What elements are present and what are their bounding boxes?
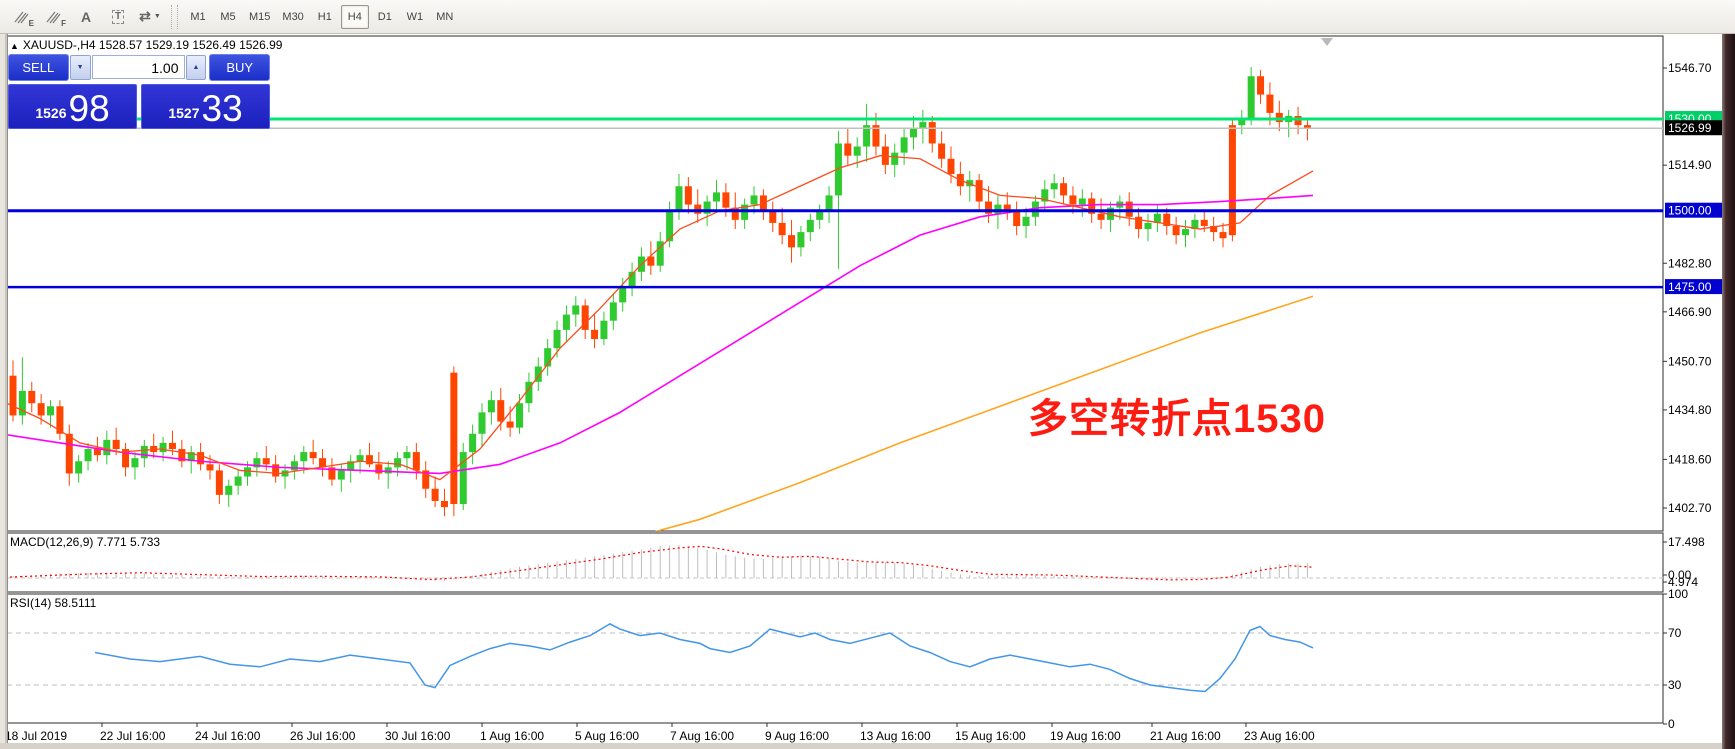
date-tick-label: 1 Aug 16:00	[480, 729, 544, 743]
sell-button[interactable]: SELL	[8, 54, 69, 81]
buy-price-box[interactable]: 1527 33	[141, 84, 270, 129]
price-tick-label: 1434.80	[1668, 403, 1712, 417]
date-tick-label: 9 Aug 16:00	[765, 729, 829, 743]
timeframe-button-mn[interactable]: MN	[431, 5, 459, 29]
text-box-tool-icon: T	[112, 10, 124, 24]
dropdown-caret-icon: ▼	[154, 13, 161, 20]
rsi-pane	[7, 594, 1663, 723]
macd-tick-label: 17.498	[1668, 535, 1705, 549]
timeframe-button-h1[interactable]: H1	[311, 5, 339, 29]
date-tick-label: 23 Aug 16:00	[1244, 729, 1315, 743]
symbol-ohlc-text: XAUUSD-,H4 1528.57 1529.19 1526.49 1526.…	[23, 38, 283, 52]
date-tick-label: 5 Aug 16:00	[575, 729, 639, 743]
timeframe-button-h4[interactable]: H4	[341, 5, 369, 29]
volume-increase-button[interactable]: ▲	[186, 55, 207, 80]
date-tick-label: 30 Jul 16:00	[385, 729, 451, 743]
text-label-tool-icon: A	[81, 9, 91, 25]
svg-text:1475.00: 1475.00	[1668, 280, 1712, 294]
sell-price-small: 1526	[35, 105, 66, 121]
mt4-terminal: EFAT⇄▼ M1M5M15M30H1H4D1W1MN 1546.701514.…	[0, 0, 1735, 749]
volume-decrease-button[interactable]: ▼	[70, 55, 91, 80]
price-marker-1475.00: 1475.00	[1665, 279, 1722, 294]
date-tick-label: 26 Jul 16:00	[290, 729, 356, 743]
spin-up-icon: ▲	[193, 64, 200, 71]
date-tick-label: 13 Aug 16:00	[860, 729, 931, 743]
indicator-draw-tool-icon	[14, 10, 30, 24]
price-tick-label: 1402.70	[1668, 501, 1712, 515]
timeframe-button-m15[interactable]: M15	[244, 5, 275, 29]
price-tick-label: 1546.70	[1668, 61, 1712, 75]
timeframe-button-d1[interactable]: D1	[371, 5, 399, 29]
price-marker-1500.00: 1500.00	[1665, 203, 1722, 218]
buy-price-small: 1527	[168, 105, 199, 121]
chart-window: 1546.70 1514.90 1482.80 1466.90 1450.70 1434.…	[0, 34, 1735, 749]
direction-up-icon: ▲	[10, 41, 19, 51]
one-click-trading-panel: SELL ▼ ▲ BUY 1526 98 1527 33	[8, 54, 270, 129]
sell-price-big: 98	[69, 92, 110, 126]
grid-draw-tool[interactable]: F	[39, 4, 69, 30]
trade-prices-row: 1526 98 1527 33	[8, 82, 270, 129]
cycle-arrows-tool[interactable]: ⇄▼	[135, 4, 165, 30]
window-bottom-frame	[0, 743, 1722, 749]
timeframe-button-m30[interactable]: M30	[277, 5, 308, 29]
text-box-tool[interactable]: T	[103, 4, 133, 30]
date-tick-label: 21 Aug 16:00	[1150, 729, 1221, 743]
rsi-indicator-label: RSI(14) 58.5111	[10, 596, 96, 610]
price-axis: 1546.70 1514.90 1482.80 1466.90 1450.70 1434.…	[1663, 61, 1722, 731]
grid-draw-tool-icon	[46, 10, 62, 24]
chart-canvas: 1546.70 1514.90 1482.80 1466.90 1450.70 1434.…	[0, 34, 1735, 749]
text-label-tool[interactable]: A	[71, 4, 101, 30]
timeframe-button-m1[interactable]: M1	[184, 5, 212, 29]
cycle-arrows-tool-icon: ⇄	[139, 8, 151, 25]
timeframes-group: M1M5M15M30H1H4D1W1MN	[183, 5, 460, 29]
rsi-tick-label: 100	[1668, 587, 1688, 601]
price-tick-label: 1482.80	[1668, 256, 1712, 270]
timeframe-button-w1[interactable]: W1	[401, 5, 429, 29]
toolbar-separator	[171, 5, 178, 29]
macd-pane	[7, 533, 1663, 592]
date-axis: 18 Jul 2019 22 Jul 16:00 24 Jul 16:00 26 Ju…	[5, 723, 1315, 743]
date-tick-label: 19 Aug 16:00	[1050, 729, 1121, 743]
volume-input[interactable]	[92, 55, 185, 79]
chart-symbol-title: ▲ XAUUSD-,H4 1528.57 1529.19 1526.49 1526…	[10, 38, 282, 52]
price-marker-1526.99: 1526.99	[1665, 120, 1722, 135]
date-tick-label: 15 Aug 16:00	[955, 729, 1026, 743]
drawing-tools-group: EFA T ⇄▼	[6, 4, 166, 30]
chart-annotation-text: 多空转折点1530	[1028, 386, 1326, 444]
price-tick-label: 1450.70	[1668, 354, 1712, 368]
date-tick-label: 24 Jul 16:00	[195, 729, 261, 743]
svg-text:1500.00: 1500.00	[1668, 204, 1712, 218]
price-tick-label: 1514.90	[1668, 158, 1712, 172]
date-tick-label: 22 Jul 16:00	[100, 729, 166, 743]
window-left-frame	[0, 34, 8, 749]
macd-indicator-label: MACD(12,26,9) 7.771 5.733	[10, 535, 160, 549]
chart-toolbar: EFA T ⇄▼ M1M5M15M30H1H4D1W1MN	[0, 0, 1735, 34]
rsi-tick-label: 30	[1668, 678, 1682, 692]
price-tick-label: 1466.90	[1668, 305, 1712, 319]
window-right-frame[interactable]	[1722, 34, 1735, 749]
date-tick-label: 18 Jul 2019	[5, 729, 67, 743]
trade-controls-row: SELL ▼ ▲ BUY	[8, 54, 270, 82]
svg-text:1526.99: 1526.99	[1668, 121, 1712, 135]
buy-price-big: 33	[202, 92, 243, 126]
price-tick-label: 1418.60	[1668, 452, 1712, 466]
buy-button[interactable]: BUY	[209, 54, 270, 81]
date-tick-label: 7 Aug 16:00	[670, 729, 734, 743]
sell-price-box[interactable]: 1526 98	[8, 84, 137, 129]
spin-down-icon: ▼	[77, 64, 84, 71]
rsi-tick-label: 70	[1668, 626, 1682, 640]
indicator-draw-tool[interactable]: E	[7, 4, 37, 30]
rsi-tick-label: 0	[1668, 717, 1675, 731]
timeframe-button-m5[interactable]: M5	[214, 5, 242, 29]
